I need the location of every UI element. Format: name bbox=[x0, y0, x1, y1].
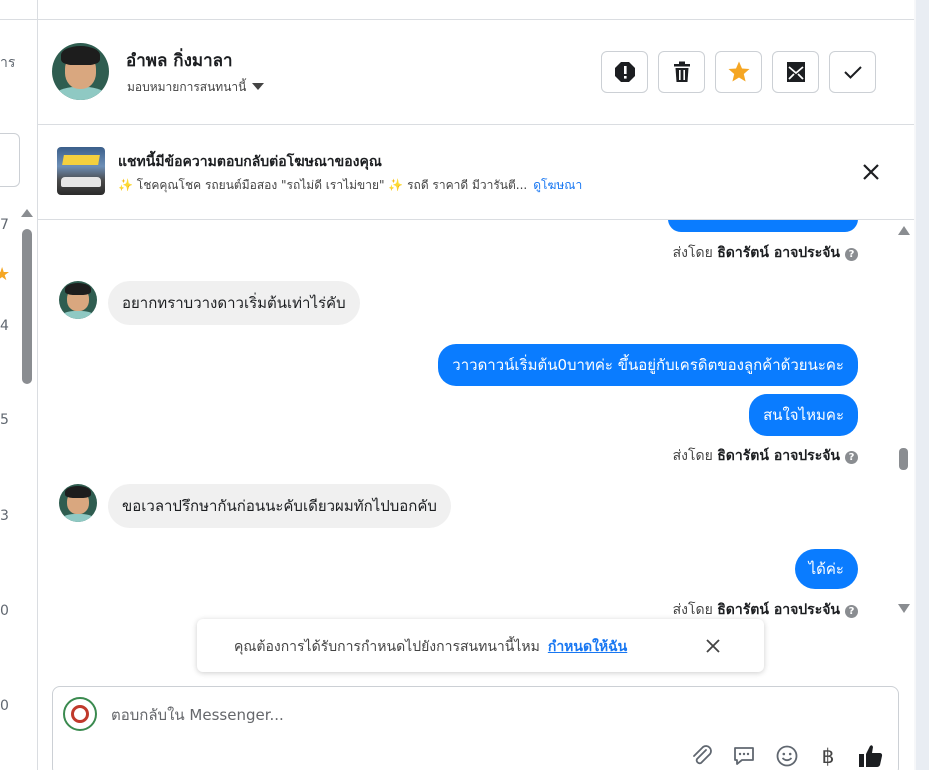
spam-button[interactable] bbox=[601, 51, 648, 93]
saved-reply-button[interactable] bbox=[731, 743, 757, 769]
delete-button[interactable] bbox=[658, 51, 705, 93]
sent-by-agent: ธิดารัตน์ อาจประจัน bbox=[717, 448, 840, 464]
scroll-up-arrow-icon[interactable] bbox=[898, 226, 910, 235]
emoji-button[interactable] bbox=[774, 743, 800, 769]
sent-by-prefix: ส่งโดย bbox=[672, 602, 713, 618]
scroll-up-arrow-icon[interactable] bbox=[21, 209, 33, 217]
assign-conversation-dropdown[interactable]: มอบหมายการสนทนานี้ bbox=[127, 78, 265, 97]
info-icon[interactable]: ? bbox=[845, 605, 858, 618]
list-item-snippet: 0 bbox=[0, 603, 9, 619]
close-icon[interactable] bbox=[704, 637, 722, 655]
conversation-pane: อำพล กิ่งมาลา มอบหมายการสนทนานี้ แชทนี้ม… bbox=[38, 0, 914, 770]
assign-prompt-toast: คุณต้องการได้รับการกำหนดไปยังการสนทนานี้… bbox=[197, 619, 764, 672]
page-logo-icon bbox=[63, 697, 97, 731]
ad-snippet-text: ✨ โชคคุณโชค รถยนต์มือสอง "รถไม่ดี เราไม่… bbox=[118, 178, 528, 192]
message-thread[interactable]: ส่งโดย ธิดารัตน์ อาจประจัน? อยากทราบวางด… bbox=[38, 220, 914, 620]
message-bubble-outgoing: วาวดาวน์เริ่มต้น0บาทค่ะ ขึ้นอยู่กับเครดิ… bbox=[438, 344, 858, 386]
list-item-snippet: 3 bbox=[0, 508, 9, 524]
list-item-snippet: าร bbox=[0, 55, 16, 71]
contact-name[interactable]: อำพล กิ่งมาลา bbox=[126, 47, 233, 74]
ad-banner-title: แชทนี้มีข้อความตอบกลับต่อโฆษณาของคุณ bbox=[118, 154, 382, 170]
sent-by-label: ส่งโดย ธิดารัตน์ อาจประจัน? bbox=[673, 242, 858, 264]
list-search-box[interactable] bbox=[0, 133, 20, 187]
message-bubble-incoming: อยากทราบวางดาวเริ่มต้นเท่าไร่คับ bbox=[108, 281, 360, 325]
list-item-snippet: 4 bbox=[0, 318, 9, 334]
message-bubble-outgoing bbox=[668, 220, 858, 232]
scrollbar-thumb[interactable] bbox=[899, 448, 908, 470]
customer-avatar bbox=[59, 281, 97, 319]
star-icon bbox=[728, 61, 749, 82]
top-bar bbox=[38, 0, 914, 20]
list-item-snippet: 7 bbox=[0, 217, 9, 233]
conversation-list-panel: าร 7 ★ 4 5 3 0 0 bbox=[0, 0, 38, 770]
info-icon[interactable]: ? bbox=[845, 451, 858, 464]
view-ad-link[interactable]: ดูโฆษณา bbox=[533, 178, 582, 192]
check-icon bbox=[843, 66, 862, 79]
star-icon: ★ bbox=[0, 264, 10, 285]
sent-by-agent: ธิดารัตน์ อาจประจัน bbox=[717, 245, 840, 261]
mark-unread-button[interactable] bbox=[772, 51, 819, 93]
saved-reply-icon bbox=[734, 747, 754, 765]
sent-by-prefix: ส่งโดย bbox=[672, 448, 713, 464]
emoji-icon bbox=[776, 745, 798, 767]
ad-thumbnail[interactable] bbox=[57, 147, 105, 195]
list-item-snippet: 5 bbox=[0, 412, 9, 428]
exclamation-octagon-icon bbox=[614, 62, 635, 82]
assign-prompt-text: คุณต้องการได้รับการกำหนดไปยังการสนทนานี้… bbox=[234, 639, 540, 655]
sent-by-label: ส่งโดย ธิดารัตน์ อาจประจัน? bbox=[673, 599, 858, 620]
payment-button[interactable]: ฿ bbox=[815, 743, 841, 769]
assign-label: มอบหมายการสนทนานี้ bbox=[127, 80, 247, 94]
message-bubble-incoming: ขอเวลาปรึกษากันก่อนนะคับเดียวผมทักไปบอกค… bbox=[108, 484, 451, 528]
info-icon[interactable]: ? bbox=[845, 248, 858, 261]
scrollbar-thumb[interactable] bbox=[22, 229, 32, 384]
divider bbox=[0, 19, 37, 20]
conversation-header: อำพล กิ่งมาลา มอบหมายการสนทนานี้ bbox=[38, 20, 914, 125]
scroll-down-arrow-icon[interactable] bbox=[898, 604, 910, 613]
mark-done-button[interactable] bbox=[829, 51, 876, 93]
attach-button[interactable] bbox=[689, 743, 715, 769]
caret-down-icon bbox=[252, 83, 265, 90]
paperclip-icon bbox=[693, 745, 712, 765]
ad-snippet: ✨ โชคคุณโชค รถยนต์มือสอง "รถไม่ดี เราไม่… bbox=[118, 176, 582, 195]
message-bubble-outgoing: ได้ค่ะ bbox=[794, 549, 858, 589]
close-icon[interactable] bbox=[858, 159, 884, 185]
assign-to-me-link[interactable]: กำหนดให้ฉัน bbox=[548, 639, 627, 655]
like-button[interactable] bbox=[858, 743, 884, 769]
assign-prompt: คุณต้องการได้รับการกำหนดไปยังการสนทนานี้… bbox=[234, 636, 627, 658]
message-bubble-outgoing: สนใจไหมคะ bbox=[749, 394, 858, 436]
right-edge-panel bbox=[914, 0, 929, 770]
sent-by-prefix: ส่งโดย bbox=[672, 245, 713, 261]
sent-by-agent: ธิดารัตน์ อาจประจัน bbox=[717, 602, 840, 618]
envelope-icon bbox=[786, 62, 805, 82]
trash-icon bbox=[673, 61, 690, 82]
sent-by-label: ส่งโดย ธิดารัตน์ อาจประจัน? bbox=[673, 445, 858, 467]
reply-composer: ฿ bbox=[52, 686, 899, 770]
contact-avatar[interactable] bbox=[52, 43, 109, 100]
thread-scrollbar[interactable] bbox=[896, 222, 912, 622]
baht-icon: ฿ bbox=[821, 744, 835, 768]
reply-input[interactable] bbox=[111, 703, 711, 727]
list-scrollbar[interactable] bbox=[20, 205, 34, 405]
thumbs-up-icon bbox=[859, 745, 883, 767]
star-button[interactable] bbox=[715, 51, 762, 93]
customer-avatar bbox=[59, 484, 97, 522]
list-item-snippet: 0 bbox=[0, 698, 9, 714]
ad-reply-banner: แชทนี้มีข้อความตอบกลับต่อโฆษณาของคุณ ✨ โ… bbox=[38, 125, 914, 220]
